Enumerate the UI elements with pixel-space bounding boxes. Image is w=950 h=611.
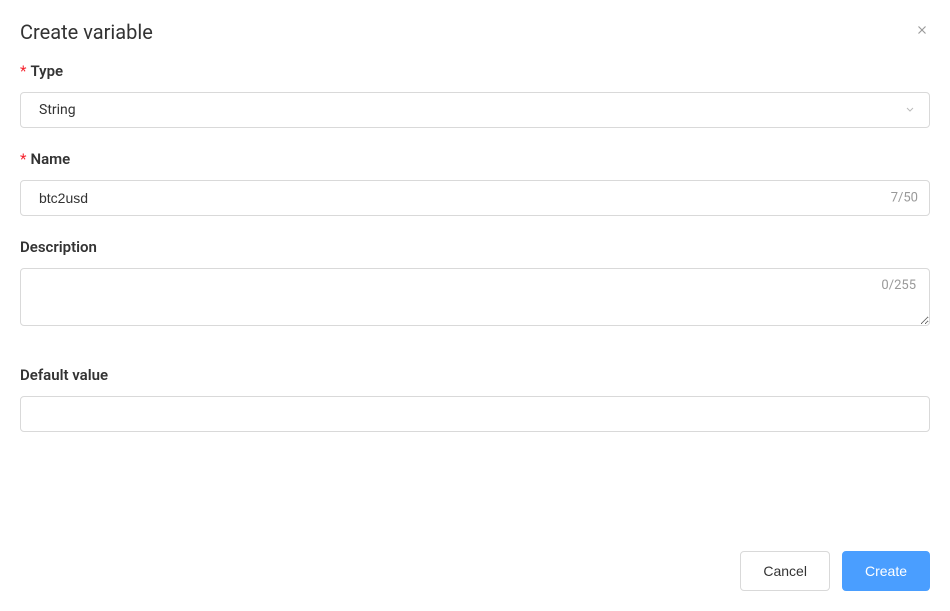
default-value-field-group: Default value bbox=[20, 366, 930, 432]
default-value-input[interactable] bbox=[20, 396, 930, 432]
default-value-label-text: Default value bbox=[20, 366, 108, 384]
name-input[interactable] bbox=[20, 180, 930, 216]
type-select[interactable]: String bbox=[20, 92, 930, 128]
description-counter: 0/255 bbox=[881, 278, 916, 293]
name-input-wrapper: 7/50 bbox=[20, 180, 930, 216]
name-label: *Name bbox=[20, 150, 930, 168]
name-label-text: Name bbox=[30, 150, 70, 168]
name-counter: 7/50 bbox=[891, 191, 918, 206]
description-label: Description bbox=[20, 238, 930, 256]
dialog-header: Create variable bbox=[20, 20, 930, 44]
required-asterisk: * bbox=[20, 62, 26, 80]
dialog-footer: Cancel Create bbox=[740, 551, 930, 591]
default-value-label: Default value bbox=[20, 366, 930, 384]
required-asterisk: * bbox=[20, 150, 26, 168]
cancel-button[interactable]: Cancel bbox=[740, 551, 830, 591]
dialog-title: Create variable bbox=[20, 20, 153, 44]
description-textarea-wrapper: 0/255 bbox=[20, 268, 930, 330]
type-label-text: Type bbox=[30, 62, 63, 80]
name-field-group: *Name 7/50 bbox=[20, 150, 930, 216]
description-label-text: Description bbox=[20, 238, 97, 256]
create-button[interactable]: Create bbox=[842, 551, 930, 591]
description-textarea[interactable] bbox=[20, 268, 930, 326]
type-label: *Type bbox=[20, 62, 930, 80]
type-select-wrapper: String bbox=[20, 92, 930, 128]
close-icon[interactable] bbox=[914, 22, 930, 38]
description-field-group: Description 0/255 bbox=[20, 238, 930, 330]
type-select-value: String bbox=[39, 102, 76, 118]
type-field-group: *Type String bbox=[20, 62, 930, 128]
